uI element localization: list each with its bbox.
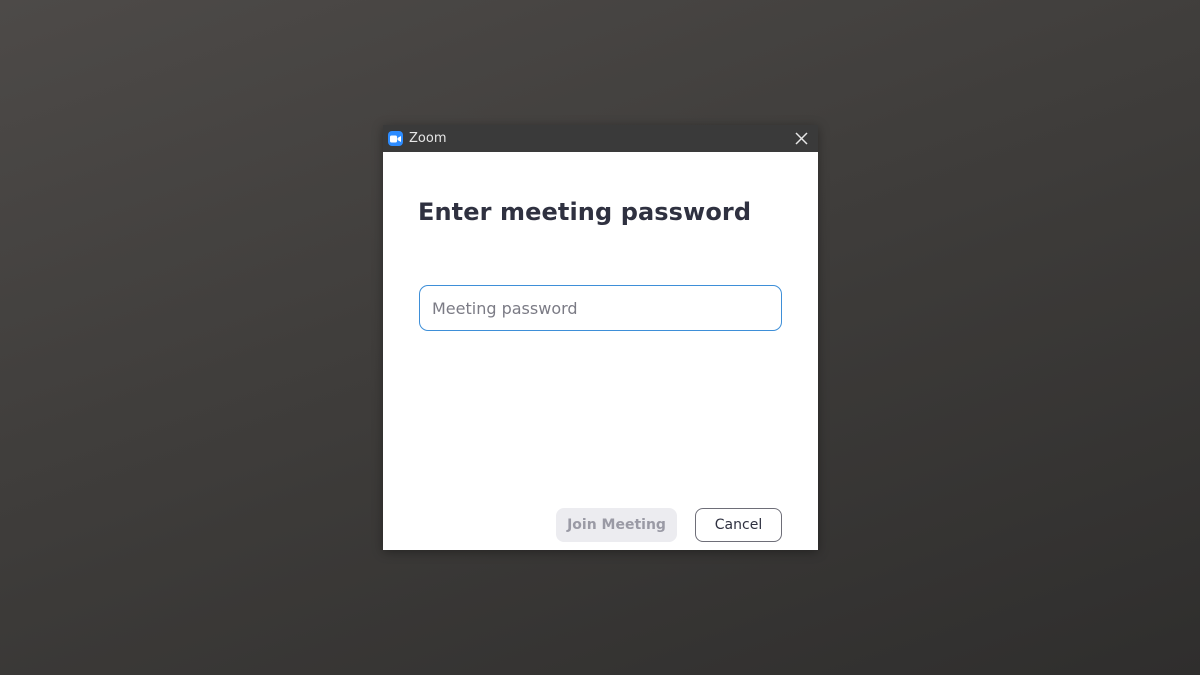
dialog-body: Enter meeting password Join Meeting Canc…: [383, 152, 818, 550]
window-title: Zoom: [409, 131, 447, 146]
dialog-heading: Enter meeting password: [418, 198, 752, 226]
close-button[interactable]: [793, 130, 810, 147]
meeting-password-input[interactable]: [419, 285, 782, 331]
cancel-button[interactable]: Cancel: [695, 508, 782, 542]
title-bar[interactable]: Zoom: [383, 125, 818, 152]
join-meeting-button[interactable]: Join Meeting: [556, 508, 677, 542]
password-dialog: Zoom Enter meeting password Join Meeting…: [383, 125, 818, 550]
close-icon: [795, 132, 808, 145]
zoom-camera-icon: [388, 131, 403, 146]
